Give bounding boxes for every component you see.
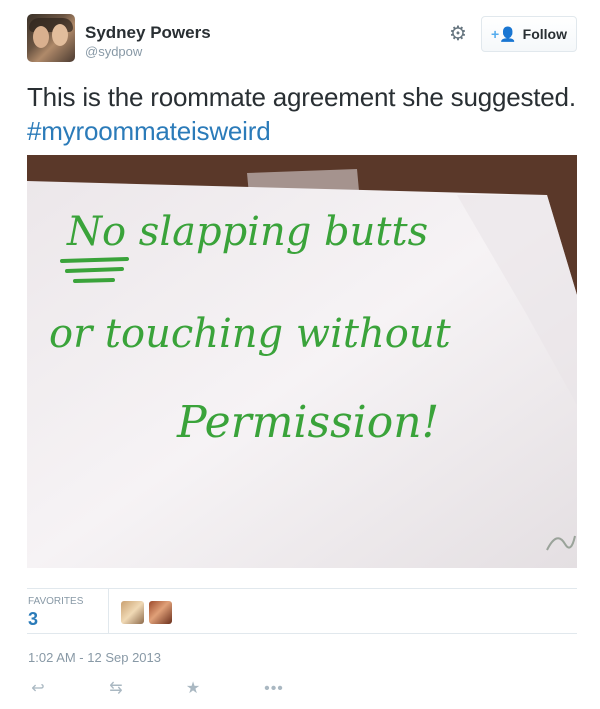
reply-icon[interactable]: ↩ <box>28 680 48 698</box>
hashtag-link[interactable]: #myroommateisweird <box>27 116 271 146</box>
tweet-header: Sydney Powers @sydpow ⚙ +👤 Follow <box>27 14 577 64</box>
avatar-face-left <box>33 26 49 48</box>
user-name[interactable]: Sydney Powers <box>85 23 211 43</box>
handwritten-line-2: or touching without <box>49 311 452 357</box>
stats-divider <box>108 588 109 633</box>
avatar-face-right <box>52 24 68 46</box>
photo-drawing: No slapping butts or touching without Pe… <box>27 155 577 568</box>
favorites-label: FAVORITES <box>28 596 84 607</box>
follow-button[interactable]: +👤 Follow <box>481 16 577 52</box>
favoriter-avatar[interactable] <box>121 601 144 624</box>
stats-bottom-border <box>27 633 577 634</box>
gear-icon[interactable]: ⚙ <box>447 23 469 45</box>
add-user-icon: +👤 <box>491 26 517 42</box>
more-icon[interactable]: ••• <box>264 680 284 698</box>
handwritten-line-3: Permission! <box>176 397 439 448</box>
follow-button-label: Follow <box>522 26 567 42</box>
retweet-icon[interactable]: ⇆ <box>106 680 126 698</box>
handwritten-line-1: No slapping butts <box>66 209 428 255</box>
tweet-body: This is the roommate agreement she sugge… <box>27 82 576 112</box>
user-handle[interactable]: @sydpow <box>85 44 142 59</box>
favorites-count[interactable]: 3 <box>28 609 38 630</box>
stats-top-border <box>27 588 577 589</box>
favoriter-avatar[interactable] <box>149 601 172 624</box>
tweet-timestamp[interactable]: 1:02 AM - 12 Sep 2013 <box>28 650 161 665</box>
star-icon[interactable]: ★ <box>183 680 203 698</box>
tweet-text: This is the roommate agreement she sugge… <box>27 80 577 148</box>
tweet-photo[interactable]: No slapping butts or touching without Pe… <box>27 155 577 568</box>
user-avatar[interactable] <box>27 14 75 62</box>
